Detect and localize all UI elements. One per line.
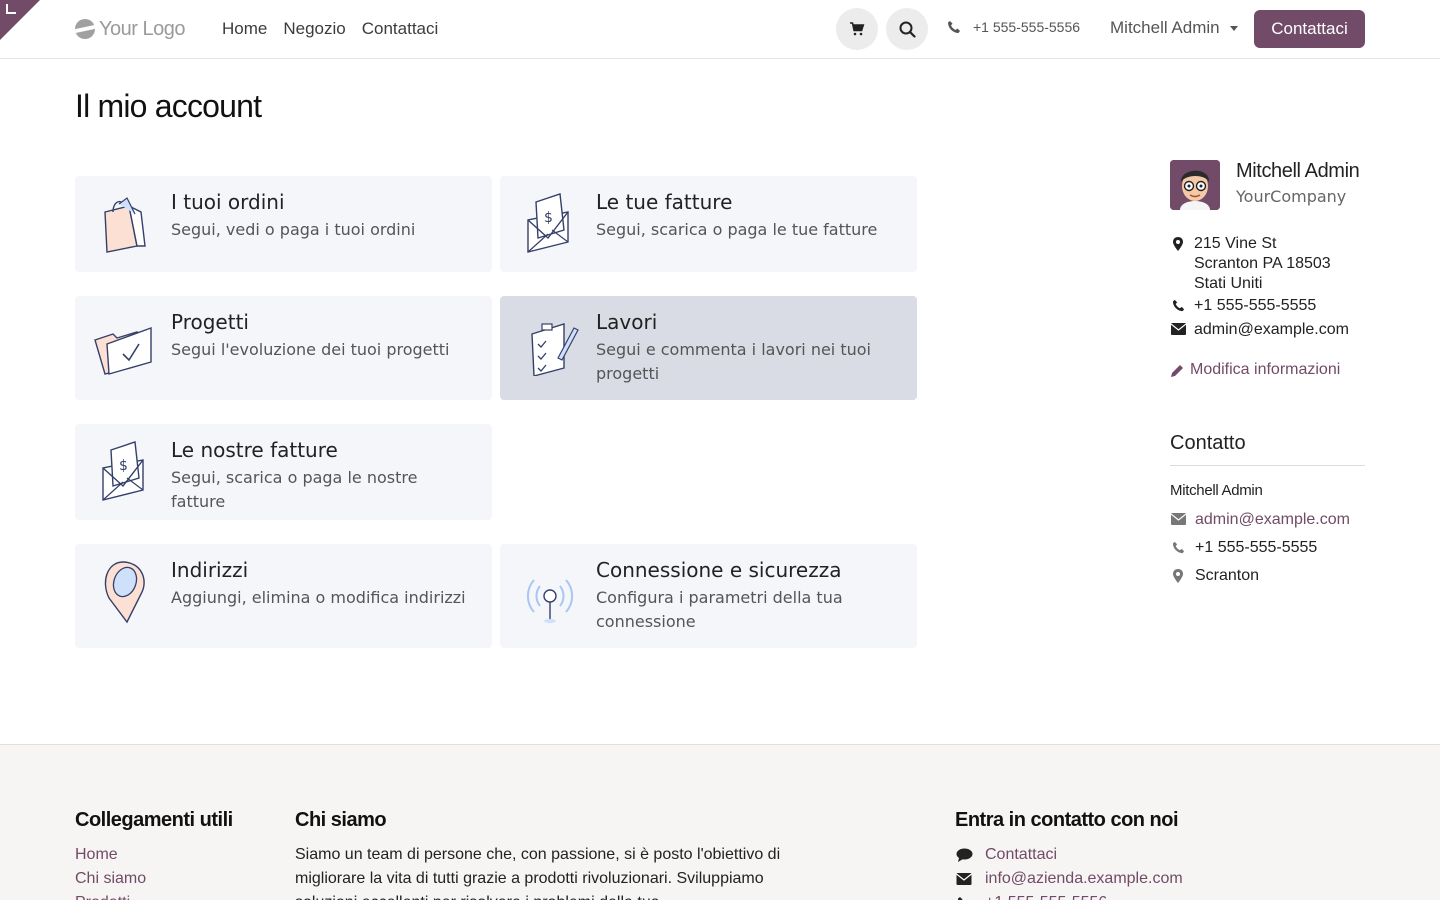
nav-home[interactable]: Home bbox=[222, 19, 267, 39]
page-title: Il mio account bbox=[75, 88, 262, 124]
card-invoices[interactable]: $ Le tue fatture Segui, scarica o paga l… bbox=[500, 176, 917, 272]
card-description: Segui, vedi o paga i tuoi ordini bbox=[171, 220, 416, 239]
card-description: Segui, scarica o paga le nostre fatture bbox=[171, 468, 418, 511]
sidebar-email-text: admin@example.com bbox=[1194, 321, 1349, 338]
card-title: Progetti bbox=[171, 310, 249, 334]
pencil-icon bbox=[1171, 365, 1183, 377]
header-phone-text: +1 555-555-5556 bbox=[973, 19, 1081, 35]
contact-name: Mitchell Admin bbox=[1170, 482, 1263, 499]
footer-contact-link-label: Contattaci bbox=[985, 846, 1058, 863]
sidebar-phone: +1 555-555-5555 bbox=[1170, 296, 1316, 316]
svg-text:$: $ bbox=[119, 458, 128, 474]
card-description: Segui e commenta i lavori nei tuoi proge… bbox=[596, 340, 871, 383]
contact-city-text: Scranton bbox=[1195, 567, 1260, 584]
address-line: Stati Uniti bbox=[1194, 275, 1263, 292]
search-button[interactable] bbox=[886, 8, 928, 50]
footer-link-about[interactable]: Chi siamo bbox=[75, 867, 146, 891]
phone-icon bbox=[958, 897, 963, 900]
phone-icon bbox=[948, 21, 960, 33]
footer-about-text: Siamo un team di persone che, con passio… bbox=[295, 846, 781, 900]
card-security[interactable]: Connessione e sicurezza Configura i para… bbox=[500, 544, 917, 648]
broadcast-key-icon bbox=[526, 579, 574, 623]
footer-contact-list: Contattaci info@azienda.example.com +1 5… bbox=[955, 843, 1183, 900]
card-our-invoices[interactable]: $ Le nostre fatture Segui, scarica o pag… bbox=[75, 424, 492, 520]
address-line: 215 Vine St bbox=[1194, 235, 1277, 252]
sidebar-user-name: Mitchell Admin bbox=[1236, 160, 1360, 182]
card-addresses[interactable]: Indirizzi Aggiungi, elimina o modifica i… bbox=[75, 544, 492, 648]
chevron-down-icon bbox=[1229, 25, 1238, 31]
user-menu-dropdown[interactable]: Mitchell Admin bbox=[1110, 18, 1238, 38]
corner-icon bbox=[6, 4, 16, 14]
comment-icon bbox=[956, 848, 972, 862]
footer-phone-link[interactable]: +1 555-555-5556 bbox=[955, 891, 1183, 900]
contact-email-link[interactable]: admin@example.com bbox=[1170, 511, 1350, 529]
nav-shop[interactable]: Negozio bbox=[283, 19, 345, 39]
map-pin-icon bbox=[104, 561, 145, 624]
footer-contact-link[interactable]: Contattaci bbox=[955, 843, 1183, 867]
footer-about-heading: Chi siamo bbox=[295, 809, 387, 831]
header-contact-button[interactable]: Contattaci bbox=[1254, 10, 1365, 48]
site-logo[interactable]: Your Logo bbox=[75, 16, 185, 42]
footer-link-home[interactable]: Home bbox=[75, 843, 146, 867]
card-title: Connessione e sicurezza bbox=[596, 558, 842, 582]
footer-links: Home Chi siamo Prodotti bbox=[75, 843, 146, 900]
sidebar-email: admin@example.com bbox=[1170, 320, 1349, 340]
invoice-envelope-icon: $ bbox=[102, 441, 144, 501]
card-orders[interactable]: I tuoi ordini Segui, vedi o paga i tuoi … bbox=[75, 176, 492, 272]
card-title: Le tue fatture bbox=[596, 190, 733, 214]
contact-phone-text: +1 555-555-5555 bbox=[1195, 539, 1318, 556]
address-line: Scranton PA 18503 bbox=[1194, 255, 1331, 272]
footer-contact-heading: Entra in contatto con noi bbox=[955, 809, 1179, 831]
contact-email-text: admin@example.com bbox=[1195, 511, 1350, 528]
phone-icon bbox=[1172, 299, 1184, 312]
shopping-bag-icon bbox=[104, 197, 146, 253]
card-title: I tuoi ordini bbox=[171, 190, 285, 214]
footer-links-heading: Collegamenti utili bbox=[75, 809, 233, 831]
top-header: Your Logo Home Negozio Contattaci +1 555… bbox=[0, 0, 1440, 59]
map-marker-icon bbox=[1173, 237, 1183, 251]
card-description: Segui l'evoluzione dei tuoi progetti bbox=[171, 340, 450, 359]
logo-mark-icon bbox=[75, 19, 95, 39]
svg-text:$: $ bbox=[544, 210, 553, 226]
site-footer: Collegamenti utili Home Chi siamo Prodot… bbox=[0, 744, 1440, 900]
sidebar-company: YourCompany bbox=[1236, 187, 1347, 206]
footer-link-products[interactable]: Prodotti bbox=[75, 891, 146, 900]
card-tasks[interactable]: Lavori Segui e commenta i lavori nei tuo… bbox=[500, 296, 917, 400]
sidebar-address: 215 Vine St Scranton PA 18503 Stati Unit… bbox=[1170, 234, 1331, 294]
cart-icon bbox=[850, 22, 865, 36]
card-title: Indirizzi bbox=[171, 558, 249, 582]
card-projects[interactable]: Progetti Segui l'evoluzione dei tuoi pro… bbox=[75, 296, 492, 400]
card-description: Configura i parametri della tua connessi… bbox=[596, 588, 843, 631]
card-description: Segui, scarica o paga le tue fatture bbox=[596, 220, 878, 239]
footer-email-text: info@azienda.example.com bbox=[985, 870, 1183, 887]
phone-icon bbox=[1172, 541, 1184, 554]
contact-city: Scranton bbox=[1170, 567, 1259, 585]
folder-check-icon bbox=[94, 327, 152, 375]
avatar-face-icon bbox=[1170, 160, 1220, 210]
search-icon bbox=[899, 21, 916, 38]
envelope-icon bbox=[956, 873, 972, 885]
cart-button[interactable] bbox=[836, 8, 878, 50]
sidebar-phone-text: +1 555-555-5555 bbox=[1194, 297, 1317, 314]
footer-phone-text: +1 555-555-5556 bbox=[985, 891, 1107, 900]
card-description: Aggiungi, elimina o modifica indirizzi bbox=[171, 588, 466, 607]
avatar bbox=[1170, 160, 1220, 210]
logo-text: Your Logo bbox=[99, 17, 185, 40]
edit-info-label: Modifica informazioni bbox=[1190, 361, 1341, 378]
main-nav: Home Negozio Contattaci bbox=[222, 19, 438, 39]
header-phone-link[interactable]: +1 555-555-5556 bbox=[947, 19, 1080, 35]
contact-heading: Contatto bbox=[1170, 432, 1365, 466]
contact-phone: +1 555-555-5555 bbox=[1170, 539, 1317, 557]
envelope-icon bbox=[1170, 513, 1186, 525]
footer-email-link[interactable]: info@azienda.example.com bbox=[955, 867, 1183, 891]
edit-info-link[interactable]: Modifica informazioni bbox=[1170, 361, 1340, 379]
card-title: Le nostre fatture bbox=[171, 438, 338, 462]
invoice-envelope-icon: $ bbox=[527, 193, 569, 253]
checklist-icon bbox=[531, 323, 579, 376]
user-menu-label: Mitchell Admin bbox=[1110, 18, 1220, 37]
envelope-icon bbox=[1170, 323, 1186, 335]
map-marker-icon bbox=[1173, 569, 1183, 583]
card-title: Lavori bbox=[596, 310, 658, 334]
nav-contact[interactable]: Contattaci bbox=[362, 19, 439, 39]
